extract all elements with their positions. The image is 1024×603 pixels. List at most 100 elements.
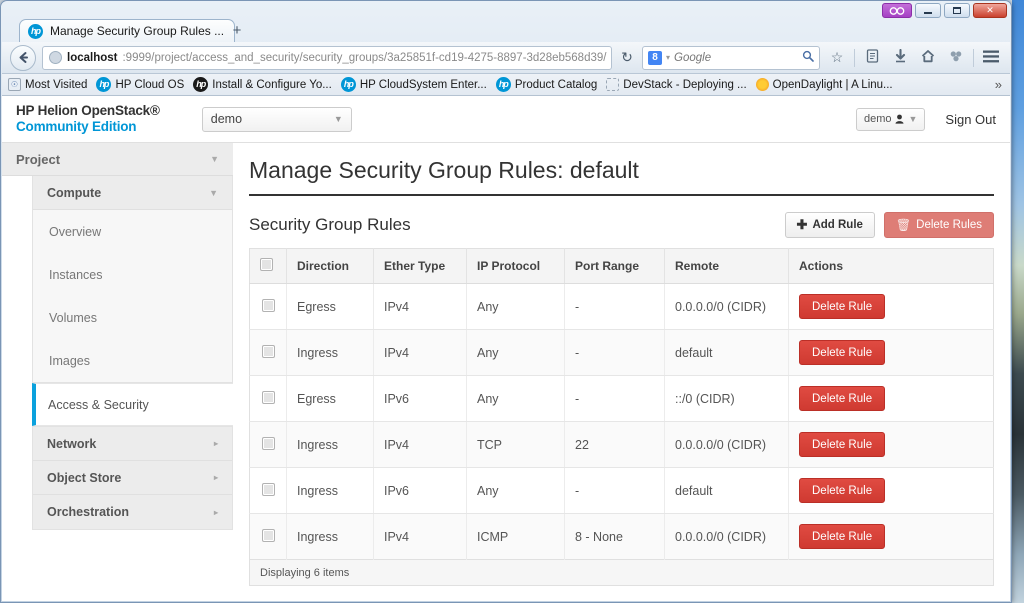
- header-direction[interactable]: Direction: [286, 248, 374, 284]
- sync-icon[interactable]: [945, 49, 967, 66]
- back-arrow-icon: [19, 52, 28, 63]
- row-checkbox[interactable]: [261, 528, 275, 542]
- browser-tab[interactable]: hp Manage Security Group Rules ...: [19, 19, 236, 42]
- sidebar-network-label: Network: [47, 436, 97, 451]
- cell-direction: Ingress: [286, 329, 374, 376]
- cell-actions: Delete Rule: [788, 467, 994, 514]
- hamburger-menu-icon[interactable]: [980, 50, 1002, 66]
- cell-remote: default: [664, 467, 789, 514]
- project-select[interactable]: demo ▼: [201, 106, 352, 132]
- bookmark-item[interactable]: hp HP CloudSystem Enter...: [340, 77, 487, 92]
- select-all-header: [249, 248, 287, 284]
- security-group-rules-table: Direction Ether Type IP Protocol Port Ra…: [249, 248, 994, 560]
- cell-ip-protocol: TCP: [466, 421, 565, 468]
- sidebar-item-orchestration[interactable]: Orchestration ▸: [33, 495, 232, 529]
- header-actions: Actions: [788, 248, 994, 284]
- sidebar-project-header[interactable]: Project ▼: [2, 143, 233, 176]
- delete-rule-button[interactable]: Delete Rule: [799, 524, 886, 549]
- back-button[interactable]: [10, 44, 36, 71]
- bookmark-label: Install & Configure Yo...: [212, 78, 332, 91]
- sign-out-link[interactable]: Sign Out: [945, 112, 996, 127]
- reload-button[interactable]: ↻: [618, 49, 636, 66]
- sidebar-item-compute[interactable]: Compute ▼: [33, 176, 232, 210]
- sidebar-nav-group: Compute ▼ Overview Instances Volumes Ima…: [32, 176, 233, 530]
- bookmark-star-icon[interactable]: ☆: [826, 49, 848, 66]
- cell-direction: Ingress: [286, 467, 374, 514]
- sidebar-item-overview[interactable]: Overview: [33, 210, 232, 253]
- sidebar-item-volumes[interactable]: Volumes: [33, 296, 232, 339]
- sidebar-item-instances[interactable]: Instances: [33, 253, 232, 296]
- add-rule-button[interactable]: ✚ Add Rule: [784, 212, 875, 238]
- sidebar-item-images[interactable]: Images: [33, 339, 232, 382]
- panel-actions: ✚ Add Rule 🗑 Delete Rules: [784, 212, 994, 238]
- cell-ip-protocol: Any: [466, 375, 565, 422]
- cell-remote: default: [664, 329, 789, 376]
- chevron-down-icon[interactable]: ▼: [611, 53, 612, 63]
- navigation-toolbar: localhost:9999/project/access_and_securi…: [2, 42, 1010, 74]
- cell-remote: 0.0.0.0/0 (CIDR): [664, 513, 789, 560]
- chevron-right-icon: ▸: [213, 439, 218, 448]
- table-row: Ingress IPv4 TCP 22 0.0.0.0/0 (CIDR) Del…: [249, 421, 994, 468]
- sidebar-compute-label: Compute: [47, 185, 102, 200]
- page-title: Manage Security Group Rules: default: [249, 157, 994, 196]
- bookmark-item[interactable]: DevStack - Deploying ...: [606, 78, 747, 91]
- delete-rule-button[interactable]: Delete Rule: [799, 340, 886, 365]
- bookmark-label: Most Visited: [25, 78, 88, 91]
- delete-rule-button[interactable]: Delete Rule: [799, 432, 886, 457]
- home-icon[interactable]: [917, 49, 939, 66]
- sidebar-item-object-store[interactable]: Object Store ▸: [33, 461, 232, 495]
- chevron-down-icon[interactable]: ▾: [666, 53, 670, 62]
- header-remote[interactable]: Remote: [664, 248, 789, 284]
- brand-line-2: Community Edition: [16, 119, 137, 134]
- chevron-down-icon: ▼: [908, 114, 918, 124]
- search-bar[interactable]: 8 ▾ Google: [642, 45, 820, 70]
- cell-remote: ::/0 (CIDR): [664, 375, 789, 422]
- bookmark-item[interactable]: hp Install & Configure Yo...: [193, 77, 332, 92]
- tab-strip: hp Manage Security Group Rules ... +: [1, 16, 1011, 42]
- header-port-range[interactable]: Port Range: [564, 248, 665, 284]
- bookmarks-overflow-button[interactable]: »: [995, 77, 1004, 92]
- row-checkbox-cell: [249, 467, 287, 514]
- row-checkbox[interactable]: [261, 298, 275, 312]
- downloads-icon[interactable]: [889, 48, 911, 66]
- page-viewport: HP Helion OpenStack® Community Edition d…: [2, 96, 1010, 601]
- delete-rule-button[interactable]: Delete Rule: [799, 294, 886, 319]
- select-all-checkbox[interactable]: [260, 258, 273, 271]
- row-checkbox[interactable]: [261, 344, 275, 358]
- cell-port-range: -: [564, 329, 665, 376]
- delete-rules-button[interactable]: 🗑 Delete Rules: [883, 212, 994, 238]
- hp-logo-icon: hp: [340, 77, 356, 92]
- row-checkbox[interactable]: [261, 436, 275, 450]
- tab-title: Manage Security Group Rules ...: [50, 24, 225, 38]
- search-input[interactable]: Google: [674, 52, 711, 64]
- cell-port-range: 8 - None: [564, 513, 665, 560]
- cell-ether-type: IPv4: [373, 421, 467, 468]
- user-menu-button[interactable]: demo ▼: [855, 107, 926, 131]
- address-bar[interactable]: localhost:9999/project/access_and_securi…: [42, 45, 612, 70]
- delete-rule-button[interactable]: Delete Rule: [799, 386, 886, 411]
- reader-view-icon[interactable]: [861, 49, 883, 66]
- header-ip-protocol[interactable]: IP Protocol: [466, 248, 565, 284]
- cell-direction: Egress: [286, 283, 374, 330]
- row-checkbox-cell: [249, 421, 287, 468]
- bookmark-item[interactable]: OpenDaylight | A Linu...: [755, 78, 893, 91]
- cell-ether-type: IPv4: [373, 329, 467, 376]
- row-checkbox[interactable]: [261, 482, 275, 496]
- cell-actions: Delete Rule: [788, 329, 994, 376]
- bookmark-item[interactable]: hp HP Cloud OS: [96, 77, 184, 92]
- table-body: Egress IPv4 Any - 0.0.0.0/0 (CIDR) Delet…: [249, 283, 994, 560]
- cell-ether-type: IPv4: [373, 283, 467, 330]
- toolbar-divider-2: [973, 48, 974, 67]
- header-ether-type[interactable]: Ether Type: [373, 248, 467, 284]
- bookmark-item[interactable]: hp Product Catalog: [495, 77, 597, 92]
- sidebar-item-network[interactable]: Network ▸: [33, 427, 232, 461]
- bookmark-item[interactable]: ☉ Most Visited: [8, 78, 87, 91]
- search-icon[interactable]: [802, 50, 814, 65]
- cell-direction: Ingress: [286, 421, 374, 468]
- sidebar-compute-block: Compute ▼ Overview Instances Volumes Ima…: [32, 176, 233, 383]
- new-tab-button[interactable]: +: [226, 23, 248, 41]
- bookmark-label: OpenDaylight | A Linu...: [772, 78, 893, 91]
- row-checkbox[interactable]: [261, 390, 275, 404]
- sidebar-item-access-and-security[interactable]: Access & Security: [32, 383, 233, 426]
- delete-rule-button[interactable]: Delete Rule: [799, 478, 886, 503]
